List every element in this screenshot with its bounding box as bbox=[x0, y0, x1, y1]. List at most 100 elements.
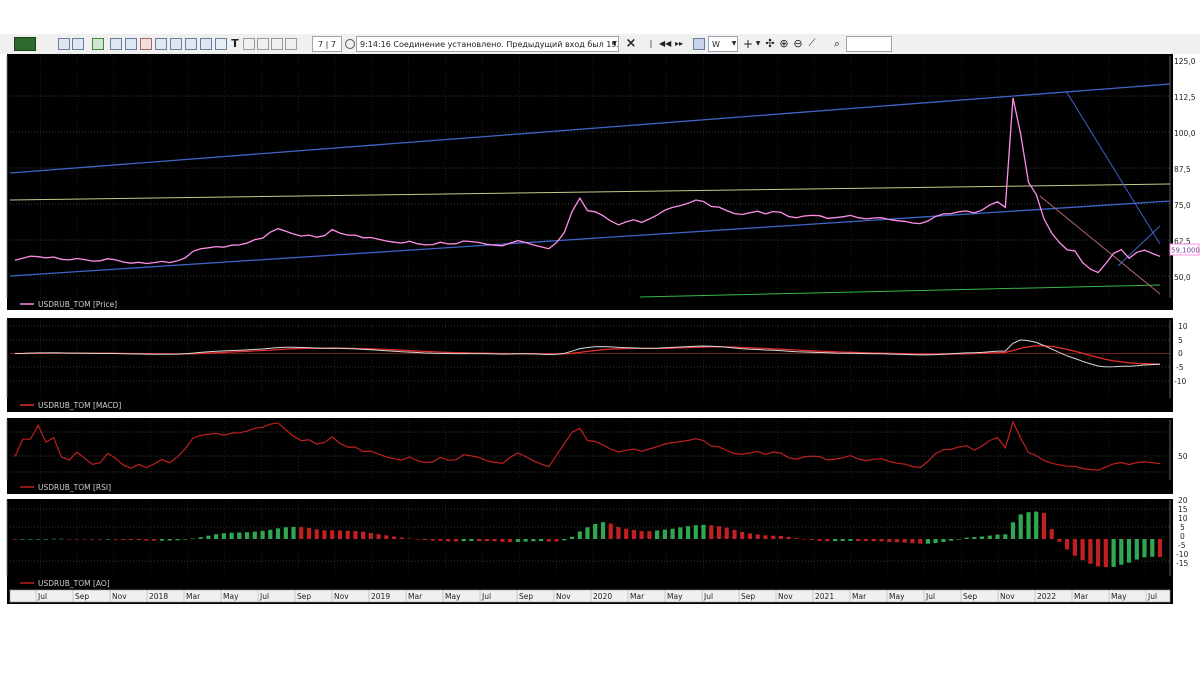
ao-bar bbox=[817, 539, 822, 541]
price-tick: 100,0 bbox=[1174, 129, 1196, 138]
ao-bar bbox=[956, 539, 961, 540]
ao-bar bbox=[183, 539, 188, 540]
ao-bar bbox=[268, 529, 273, 539]
close-icon[interactable]: × bbox=[624, 36, 638, 52]
ao-bar bbox=[1126, 539, 1132, 563]
time-axis-label: May bbox=[445, 592, 461, 601]
chevron-down-icon[interactable]: ▼ bbox=[730, 36, 738, 52]
ao-bar bbox=[438, 539, 443, 541]
ao-bar bbox=[871, 539, 876, 542]
ao-panel[interactable]: 20 15 10 5 0 -5 -10 -15 USDRUB_TOM [AO] bbox=[6, 496, 1188, 590]
ao-bar bbox=[1096, 539, 1101, 567]
ao-bar bbox=[608, 523, 613, 539]
chart-window-icon[interactable] bbox=[155, 38, 167, 50]
ao-bar bbox=[237, 532, 242, 539]
ao-bar bbox=[330, 530, 335, 539]
time-axis-label: May bbox=[223, 592, 239, 601]
zoom-in-icon[interactable]: ⊕ bbox=[778, 36, 790, 52]
refresh-icon[interactable] bbox=[92, 38, 104, 50]
ao-bar bbox=[67, 539, 72, 540]
time-axis-label: May bbox=[1111, 592, 1127, 601]
price-panel[interactable]: 125,0 112,5 100,0 87,5 75,0 62,5 50,0 59… bbox=[6, 56, 1200, 310]
back-fast-icon[interactable]: ◀◀ bbox=[659, 36, 671, 52]
ao-bar bbox=[1142, 539, 1147, 558]
arrow-right-icon[interactable] bbox=[58, 38, 70, 50]
time-axis-label: Mar bbox=[408, 592, 423, 601]
ao-bar bbox=[245, 532, 250, 539]
hand-up-icon[interactable] bbox=[243, 38, 255, 50]
ao-bar bbox=[848, 539, 853, 541]
ao-bar bbox=[1072, 539, 1077, 556]
window-icon[interactable] bbox=[110, 38, 122, 50]
app-logo-icon bbox=[14, 37, 36, 51]
tools-icon[interactable] bbox=[215, 38, 227, 50]
chart-area[interactable]: 125,0 112,5 100,0 87,5 75,0 62,5 50,0 59… bbox=[0, 54, 1200, 604]
macd-panel[interactable]: 10 5 0 -5 -10 USDRUB_TOM [MACD] bbox=[6, 320, 1188, 412]
forward-fast-icon[interactable]: ▸▸ bbox=[673, 36, 685, 52]
page-counter: 7 | 7 bbox=[312, 36, 342, 52]
crosshair-icon[interactable]: + bbox=[742, 36, 754, 52]
rsi-panel[interactable]: 50 USDRUB_TOM [RSI] bbox=[6, 420, 1188, 494]
time-axis-label: Nov bbox=[334, 592, 349, 601]
chevron-down-icon[interactable]: ▼ bbox=[754, 36, 762, 52]
hand-stop-icon[interactable] bbox=[285, 38, 297, 50]
ao-bar bbox=[562, 539, 567, 541]
ao-bar bbox=[252, 531, 257, 539]
move-icon[interactable]: ✣ bbox=[764, 36, 776, 52]
ao-bar bbox=[747, 533, 753, 539]
chart-icon[interactable] bbox=[693, 38, 705, 50]
chevron-down-icon[interactable]: ▼ bbox=[610, 36, 619, 52]
time-axis-label: Sep bbox=[741, 592, 755, 601]
ao-bar bbox=[809, 539, 814, 540]
trading-terminal-window: T 7 | 7 9:14:16 Соединение установлено. … bbox=[0, 0, 1200, 675]
ao-bar bbox=[28, 539, 33, 540]
print-icon[interactable] bbox=[200, 38, 212, 50]
draw-line-icon[interactable]: ⟋ bbox=[806, 36, 818, 52]
ao-bar bbox=[879, 539, 884, 542]
hand-down-icon[interactable] bbox=[271, 38, 283, 50]
ao-bar bbox=[910, 539, 915, 544]
macd-tick: 10 bbox=[1178, 322, 1188, 331]
ao-bar bbox=[422, 539, 428, 540]
price-tick: 87,5 bbox=[1174, 165, 1191, 174]
ao-bar bbox=[1111, 539, 1116, 567]
macd-tick: -5 bbox=[1176, 363, 1184, 372]
search-icon[interactable]: ⌕ bbox=[830, 36, 844, 52]
ao-bar bbox=[337, 530, 342, 539]
ao-bar bbox=[175, 539, 180, 541]
text-tool-icon[interactable]: T bbox=[229, 36, 241, 52]
ao-bar bbox=[167, 539, 172, 541]
orders-icon[interactable] bbox=[185, 38, 197, 50]
ao-tick: 20 bbox=[1178, 496, 1188, 505]
zoom-window-icon[interactable] bbox=[170, 38, 182, 50]
price-tick: 75,0 bbox=[1174, 201, 1191, 210]
ao-panel-label: USDRUB_TOM [AO] bbox=[38, 579, 110, 588]
ao-bar bbox=[508, 539, 513, 543]
ao-tick: -15 bbox=[1176, 559, 1188, 568]
ao-bar bbox=[275, 528, 281, 539]
link-icon[interactable] bbox=[72, 38, 84, 50]
list-icon[interactable] bbox=[140, 38, 152, 50]
search-input[interactable] bbox=[846, 36, 892, 52]
hand-point-icon[interactable] bbox=[257, 38, 269, 50]
ao-bar bbox=[1026, 512, 1031, 539]
zoom-out-icon[interactable]: ⊖ bbox=[792, 36, 804, 52]
rsi-tick: 50 bbox=[1178, 452, 1188, 461]
ao-bar bbox=[655, 530, 660, 539]
time-axis-label: May bbox=[889, 592, 905, 601]
ao-bar bbox=[616, 527, 621, 539]
time-axis-label: 2021 bbox=[815, 592, 834, 601]
time-axis-label: Mar bbox=[852, 592, 867, 601]
first-page-icon[interactable]: |◀◀ bbox=[645, 36, 657, 64]
time-axis-label: Jul bbox=[259, 592, 269, 601]
ao-bar bbox=[670, 528, 675, 539]
ao-bar bbox=[299, 527, 304, 539]
time-axis-label: Mar bbox=[186, 592, 201, 601]
ao-bar bbox=[678, 527, 683, 539]
time-axis-label: Nov bbox=[1000, 592, 1015, 601]
ao-bar bbox=[20, 539, 25, 540]
table-icon[interactable] bbox=[125, 38, 137, 50]
ao-bar bbox=[1088, 539, 1093, 564]
ao-bar bbox=[794, 538, 799, 539]
ao-bar bbox=[353, 531, 358, 539]
